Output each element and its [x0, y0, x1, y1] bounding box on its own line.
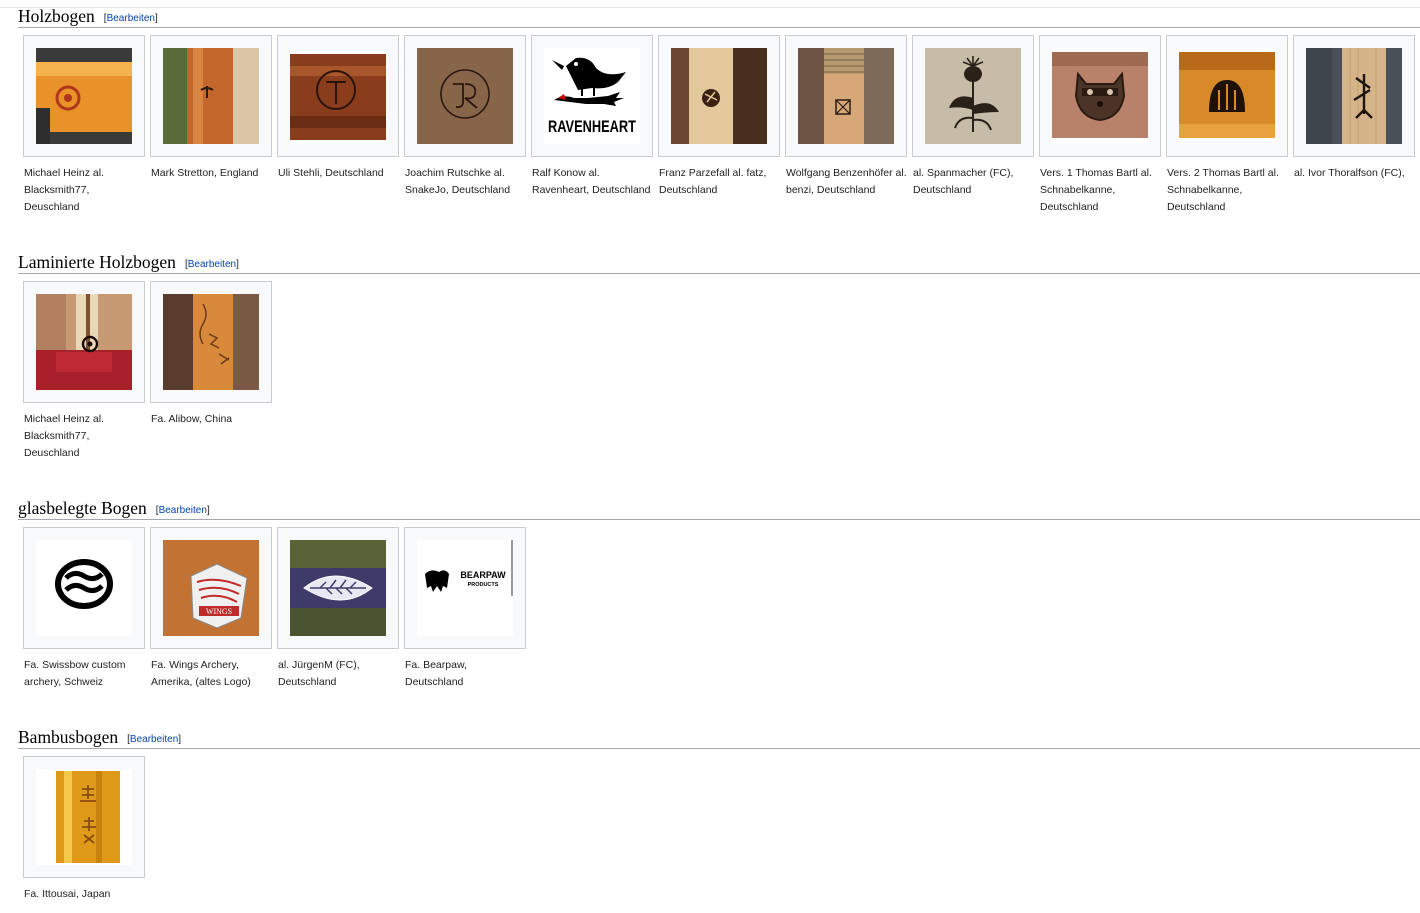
thumbnail[interactable]: WINGS [150, 527, 272, 649]
image-leaf-logo[interactable] [290, 540, 386, 636]
image-bamboo-kanji[interactable] [36, 769, 132, 865]
caption: Vers. 2 Thomas Bartl al. Schnabelkanne, … [1167, 167, 1279, 213]
thumbnail[interactable] [912, 35, 1034, 157]
thumbnail[interactable] [23, 281, 145, 403]
thumbnail[interactable] [23, 35, 145, 157]
thumbnail[interactable] [1039, 35, 1161, 157]
caption: Mark Stretton, England [151, 167, 259, 179]
thumbnail[interactable] [277, 35, 399, 157]
svg-text:RAVENHEART: RAVENHEART [548, 117, 636, 136]
caption: al. Spanmacher (FC), Deutschland [913, 167, 1014, 196]
thumbnail[interactable]: BEARPAW PRODUCTS [404, 527, 526, 649]
edit-link[interactable]: Bearbeiten [130, 734, 178, 745]
edit-link[interactable]: Bearbeiten [159, 505, 207, 516]
bearpaw-logo-text: BEARPAW [460, 570, 506, 580]
image-raccoon-brand[interactable] [1052, 48, 1148, 144]
image-orange-wood-circle-mark[interactable] [36, 48, 132, 144]
svg-text:WINGS: WINGS [206, 607, 232, 616]
caption: Wolfgang Benzenhöfer al. benzi, Deutschl… [786, 167, 907, 196]
caption: Franz Parzefall al. fatz, Deutschland [659, 167, 767, 196]
edit-link[interactable]: Bearbeiten [107, 13, 155, 24]
thumbnail[interactable] [277, 527, 399, 649]
image-rune-mark[interactable] [1306, 48, 1402, 144]
thumbnail[interactable] [785, 35, 907, 157]
bearpaw-logo-subtext: PRODUCTS [468, 582, 499, 588]
section-title: Bambusbogen [18, 727, 119, 747]
image-alibow-carving[interactable] [163, 294, 259, 390]
caption: Vers. 1 Thomas Bartl al. Schnabelkanne, … [1040, 167, 1152, 213]
image-wings-logo[interactable]: WINGS [163, 540, 259, 636]
image-ravenheart-logo[interactable]: RAVENHEART [544, 48, 640, 144]
caption: Uli Stehli, Deutschland [278, 167, 384, 179]
image-thistle-brand[interactable] [925, 48, 1021, 144]
edit-link-wrapper: [Bearbeiten] [155, 505, 210, 516]
thumbnail[interactable] [404, 35, 526, 157]
heading-rule [18, 748, 1420, 749]
thumbnail[interactable] [1166, 35, 1288, 157]
section-heading: glasbelegte Bogen [Bearbeiten] [18, 498, 210, 519]
edit-link-wrapper: [Bearbeiten] [127, 734, 182, 745]
thumbnail[interactable] [150, 281, 272, 403]
caption: Michael Heinz al. Blacksmith77, Deuschla… [24, 413, 104, 459]
image-wood-string-wrap-mark[interactable] [798, 48, 894, 144]
edit-link-wrapper: [Bearbeiten] [103, 13, 158, 24]
caption: Fa. Bearpaw, Deutschland [405, 659, 467, 688]
caption: al. Ivor Thoralfson (FC), [1294, 167, 1405, 179]
edit-link[interactable]: Bearbeiten [188, 259, 236, 270]
thumbnail[interactable] [658, 35, 780, 157]
thumbnail[interactable]: RAVENHEART [531, 35, 653, 157]
image-wood-arch-brand[interactable] [1179, 48, 1275, 144]
heading-rule [18, 27, 1420, 28]
caption: Fa. Swissbow custom archery, Schweiz [24, 659, 126, 688]
thumbnail[interactable] [23, 756, 145, 878]
heading-rule [18, 273, 1420, 274]
section-title: glasbelegte Bogen [18, 498, 147, 518]
section-title: Laminierte Holzbogen [18, 252, 176, 272]
section-heading: Bambusbogen [Bearbeiten] [18, 727, 181, 748]
image-wood-bow-dark-mark[interactable] [671, 48, 767, 144]
image-wood-limb-mark[interactable] [163, 48, 259, 144]
thumbnail[interactable] [1293, 35, 1415, 157]
caption: Michael Heinz al. Blacksmith77, Deuschla… [24, 167, 104, 213]
thumbnail[interactable] [150, 35, 272, 157]
caption: Joachim Rutschke al. SnakeJo, Deutschlan… [405, 167, 511, 196]
image-wood-JR-brand[interactable] [417, 48, 513, 144]
caption: Ralf Konow al. Ravenheart, Deutschland [532, 167, 651, 196]
image-swissbow-logo[interactable] [36, 540, 132, 636]
caption: al. JürgenM (FC), Deutschland [278, 659, 360, 688]
section-heading: Laminierte Holzbogen [Bearbeiten] [18, 252, 239, 273]
image-bearpaw-logo[interactable]: BEARPAW PRODUCTS [417, 540, 513, 636]
image-laminated-bow-red-grip[interactable] [36, 294, 132, 390]
section-heading: Holzbogen [Bearbeiten] [18, 6, 158, 27]
section-title: Holzbogen [18, 6, 95, 26]
thumbnail[interactable] [23, 527, 145, 649]
caption: Fa. Ittousai, Japan [24, 888, 111, 900]
caption: Fa. Wings Archery, Amerika, (altes Logo) [151, 659, 251, 688]
heading-rule [18, 519, 1420, 520]
image-wood-circle-cross-mark[interactable] [290, 48, 386, 144]
top-divider [0, 7, 1420, 8]
caption: Fa. Alibow, China [151, 413, 233, 425]
edit-link-wrapper: [Bearbeiten] [184, 259, 239, 270]
